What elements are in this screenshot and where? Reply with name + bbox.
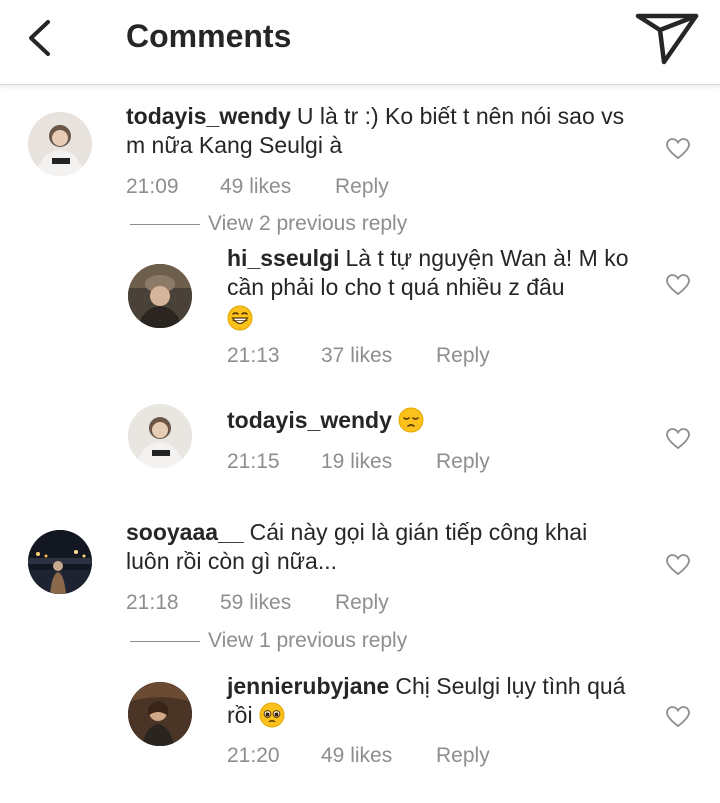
avatar-image <box>128 404 192 468</box>
back-arrow-icon[interactable] <box>22 18 58 58</box>
avatar-image <box>128 264 192 328</box>
reply-item: jennierubyjane Chị Seulgi lụy tình quá rồ… <box>0 670 720 780</box>
comment-item: sooyaaa__ Cái này gọi là gián tiếp công k… <box>0 516 720 626</box>
comment-item: todayis_wendy U là tr :) Ko biết t nên nó… <box>0 100 720 210</box>
avatar-image <box>128 682 192 746</box>
heart-icon[interactable] <box>666 706 690 728</box>
comment-likes[interactable]: 37 likes <box>321 344 392 368</box>
avatar[interactable] <box>128 264 192 328</box>
comment-time: 21:09 <box>126 175 179 198</box>
comment-time: 21:20 <box>227 744 280 767</box>
avatar-image <box>36 125 84 176</box>
comment-text-block: hi_sseulgi Là t tự nguyện Wan à! M ko cần… <box>227 244 637 333</box>
comment-text-block: jennierubyjane Chị Seulgi lụy tình quá rồ… <box>227 672 637 730</box>
comment-text-block: todayis_wendy U là tr :) Ko biết t nên nó… <box>126 102 636 160</box>
comment-meta: 21:20 49 likes Reply <box>227 744 627 770</box>
comment-likes[interactable]: 59 likes <box>220 591 291 615</box>
page-title: Comments <box>126 18 292 54</box>
comment-meta: 21:13 37 likes Reply <box>227 344 627 370</box>
reply-button[interactable]: Reply <box>436 744 490 768</box>
grinning-face-icon <box>227 305 253 331</box>
reply-button[interactable]: Reply <box>335 591 389 615</box>
send-icon[interactable] <box>634 6 700 68</box>
pleading-face-icon <box>259 702 285 728</box>
avatar[interactable] <box>28 112 92 176</box>
comment-meta: 21:18 59 likes Reply <box>126 591 526 617</box>
comment-meta: 21:15 19 likes Reply <box>227 450 627 476</box>
comment-time: 21:13 <box>227 344 280 367</box>
reply-button[interactable]: Reply <box>436 450 490 474</box>
comment-username[interactable]: todayis_wendy <box>126 103 291 129</box>
view-replies-label: View 1 previous reply <box>208 629 408 652</box>
avatar[interactable] <box>28 530 92 594</box>
pensive-face-icon <box>398 407 424 433</box>
reply-button[interactable]: Reply <box>335 175 389 199</box>
comment-text-block: todayis_wendy <box>227 406 637 435</box>
reply-item: todayis_wendy 21:15 19 likes Reply <box>0 400 720 490</box>
comment-likes[interactable]: 49 likes <box>220 175 291 199</box>
replies-divider-line <box>130 223 200 225</box>
comment-username[interactable]: todayis_wendy <box>227 407 392 433</box>
comment-likes[interactable]: 49 likes <box>321 744 392 768</box>
reply-button[interactable]: Reply <box>436 344 490 368</box>
reply-item: hi_sseulgi Là t tự nguyện Wan à! M ko cần… <box>0 244 720 376</box>
replies-divider-line <box>130 640 200 642</box>
heart-icon[interactable] <box>666 138 690 160</box>
comment-username[interactable]: hi_sseulgi <box>227 245 339 271</box>
heart-icon[interactable] <box>666 274 690 296</box>
comment-likes[interactable]: 19 likes <box>321 450 392 474</box>
avatar[interactable] <box>128 682 192 746</box>
comment-time: 21:15 <box>227 450 280 473</box>
view-replies-label: View 2 previous reply <box>208 212 408 235</box>
comment-text-block: sooyaaa__ Cái này gọi là gián tiếp công k… <box>126 518 636 576</box>
view-previous-replies[interactable]: View 1 previous reply <box>130 629 407 653</box>
heart-icon[interactable] <box>666 554 690 576</box>
header-bar: Comments <box>0 0 720 85</box>
comment-meta: 21:09 49 likes Reply <box>126 175 526 201</box>
comment-time: 21:18 <box>126 591 179 614</box>
heart-icon[interactable] <box>666 428 690 450</box>
comment-username[interactable]: jennierubyjane <box>227 673 389 699</box>
avatar[interactable] <box>128 404 192 468</box>
avatar-image <box>28 530 92 594</box>
comment-username[interactable]: sooyaaa__ <box>126 519 244 545</box>
view-previous-replies[interactable]: View 2 previous reply <box>130 212 407 236</box>
